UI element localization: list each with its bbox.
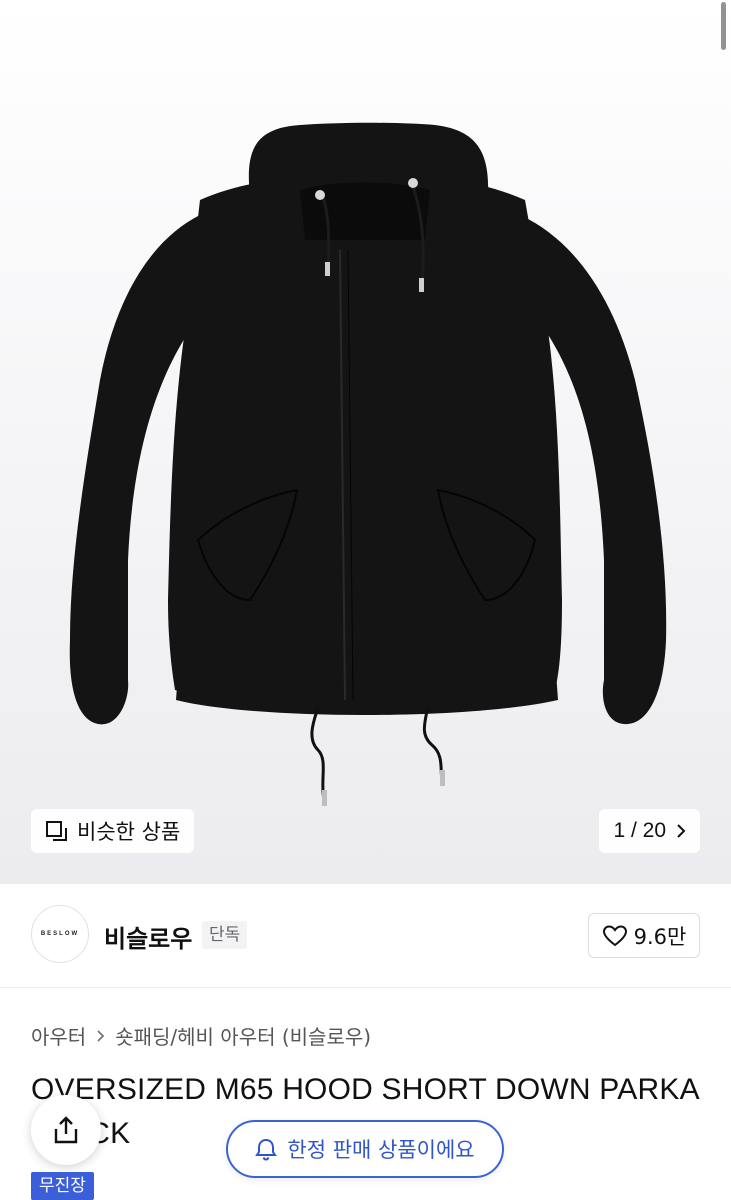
heart-icon bbox=[602, 924, 627, 946]
chevron-right-icon bbox=[677, 824, 686, 838]
brand-name[interactable]: 비슬로우 bbox=[104, 919, 192, 954]
share-icon bbox=[54, 1116, 78, 1144]
breadcrumb-item-outer[interactable]: 아우터 bbox=[31, 1021, 86, 1050]
chevron-right-icon bbox=[97, 1029, 105, 1042]
like-button[interactable]: 9.6만 bbox=[588, 913, 700, 958]
image-counter-button[interactable]: 1 / 20 bbox=[599, 809, 700, 853]
exclusive-badge: 단독 bbox=[202, 921, 248, 949]
similar-products-label: 비슷한 상품 bbox=[77, 820, 181, 844]
similar-icon bbox=[46, 821, 67, 841]
image-counter: 1 / 20 bbox=[613, 819, 666, 842]
brand-logo[interactable]: BESLOW bbox=[31, 905, 89, 963]
brand-logo-text: BESLOW bbox=[40, 931, 80, 937]
share-button[interactable] bbox=[31, 1095, 101, 1165]
scroll-indicator[interactable] bbox=[721, 2, 726, 50]
shipping-tag: 무진장 bbox=[31, 1172, 94, 1200]
product-photo bbox=[69, 122, 667, 806]
limited-sale-label: 한정 판매 상품이에요 bbox=[287, 1138, 475, 1162]
similar-products-button[interactable]: 비슷한 상품 bbox=[31, 809, 195, 853]
product-image-carousel[interactable]: 비슷한 상품 1 / 20 bbox=[0, 0, 731, 884]
breadcrumb: 아우터 숏패딩/헤비 아우터 (비슬로우) bbox=[31, 1021, 371, 1050]
breadcrumb-item-category[interactable]: 숏패딩/헤비 아우터 (비슬로우) bbox=[115, 1021, 371, 1050]
limited-sale-notice[interactable]: 한정 판매 상품이에요 bbox=[226, 1120, 504, 1178]
bell-icon bbox=[255, 1138, 278, 1161]
like-count: 9.6만 bbox=[633, 924, 687, 949]
